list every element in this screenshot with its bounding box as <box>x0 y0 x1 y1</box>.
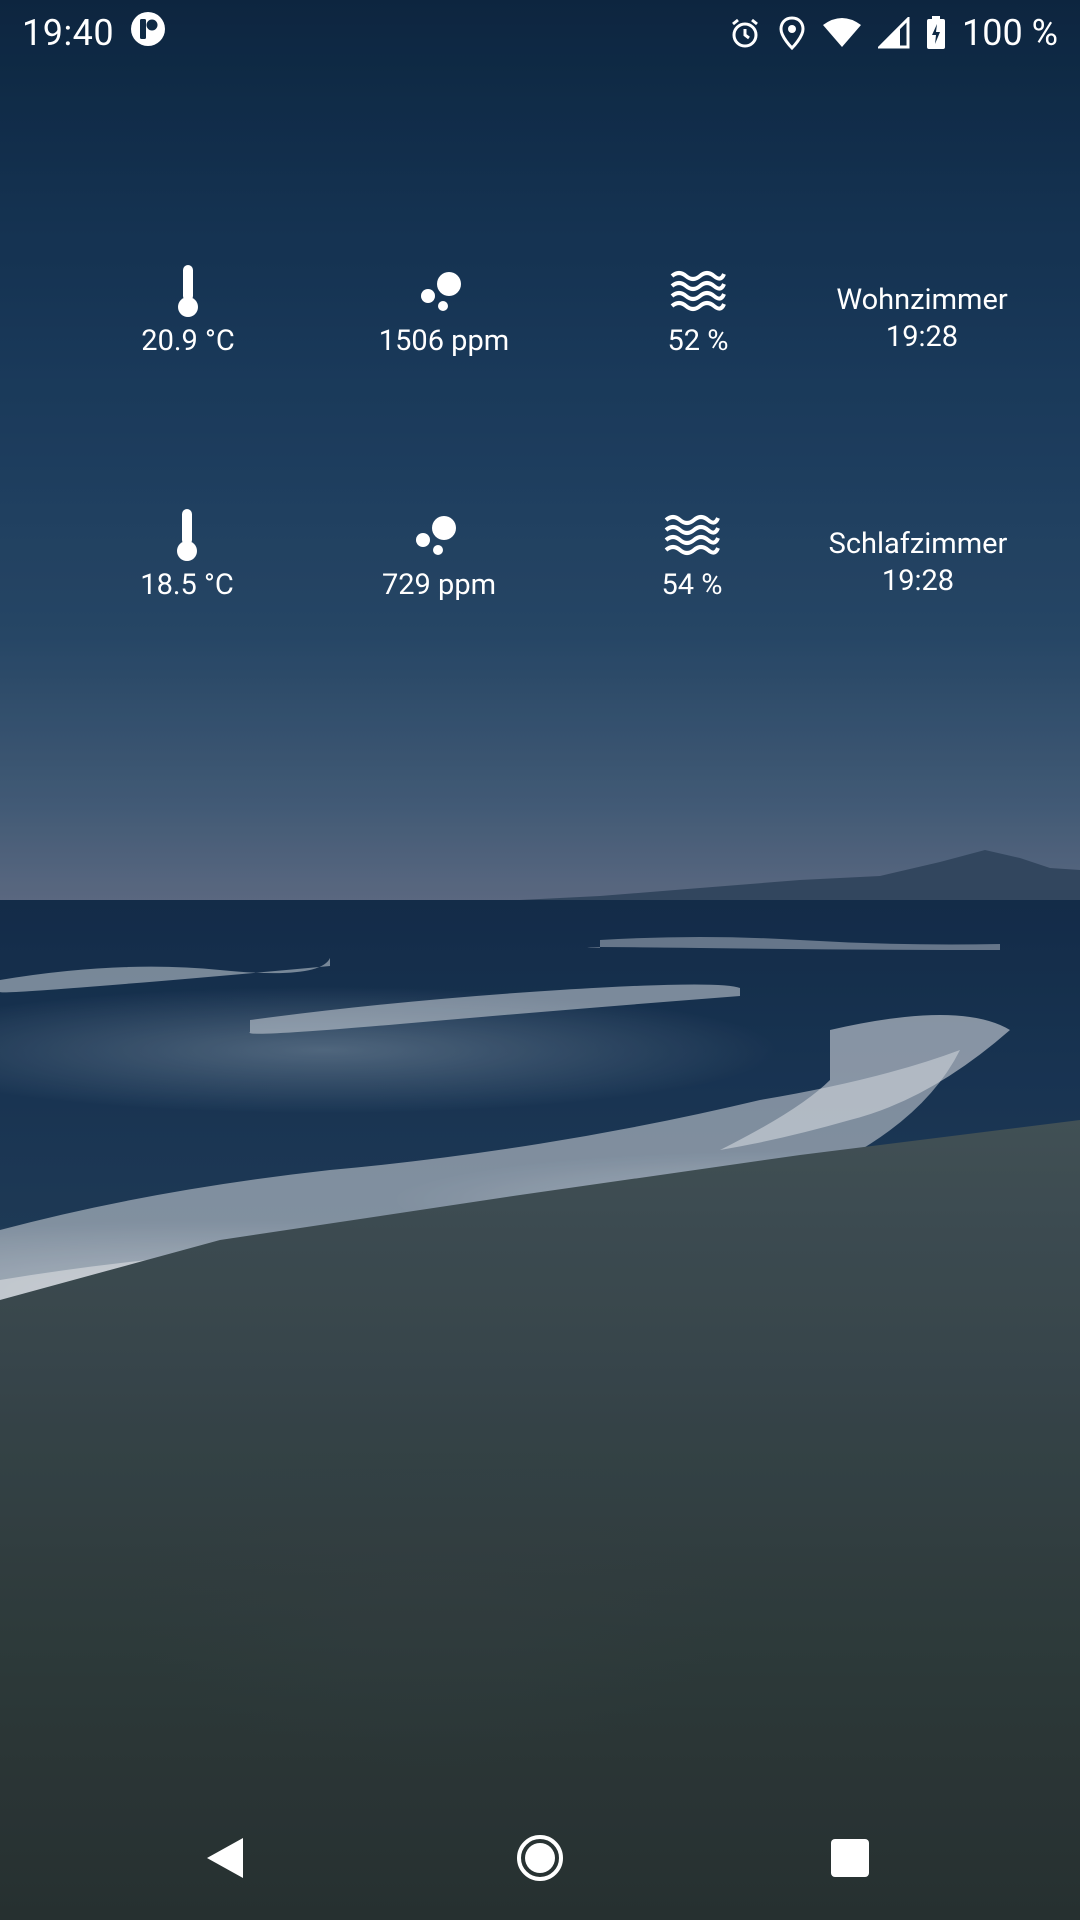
thermometer-icon <box>172 504 202 566</box>
home-icon <box>516 1834 564 1886</box>
navigation-bar <box>0 1800 1080 1920</box>
temperature-cell: 18.5 °C <box>77 504 297 602</box>
co2-cell: 1506 ppm <box>334 260 554 358</box>
sensor-row-schlafzimmer[interactable]: 18.5 °C 729 ppm 54 % Schlafzimmer 19:28 <box>0 504 1080 634</box>
temperature-value: 20.9 °C <box>141 324 235 358</box>
waves-icon <box>664 504 720 566</box>
bubbles-icon <box>414 504 464 566</box>
room-updated-time: 19:28 <box>885 320 959 354</box>
back-icon <box>205 1836 245 1884</box>
humidity-cell: 54 % <box>582 504 802 602</box>
thermometer-icon <box>173 260 203 322</box>
home-screen: 19:40 100 % 20.9 °C 1506 ppm 52 % Wohnzi… <box>0 0 1080 1920</box>
recents-icon <box>830 1838 870 1882</box>
room-label: Wohnzimmer 19:28 <box>792 282 1052 356</box>
status-left: 19:40 <box>22 11 166 56</box>
recents-button[interactable] <box>820 1830 880 1890</box>
signal-icon <box>878 17 910 49</box>
app-notification-icon <box>130 11 166 56</box>
co2-value: 1506 ppm <box>378 324 510 358</box>
room-name: Schlafzimmer <box>828 527 1008 561</box>
status-bar: 19:40 100 % <box>0 0 1080 66</box>
waves-icon <box>670 260 726 322</box>
room-name: Wohnzimmer <box>836 283 1008 317</box>
humidity-value: 54 % <box>661 568 723 602</box>
co2-value: 729 ppm <box>381 568 497 602</box>
alarm-icon <box>728 16 762 50</box>
humidity-value: 52 % <box>667 324 729 358</box>
room-label: Schlafzimmer 19:28 <box>788 526 1048 600</box>
battery-charging-icon <box>926 16 946 50</box>
back-button[interactable] <box>195 1830 255 1890</box>
co2-cell: 729 ppm <box>329 504 549 602</box>
home-button[interactable] <box>510 1830 570 1890</box>
wifi-icon <box>822 17 862 49</box>
sensor-row-wohnzimmer[interactable]: 20.9 °C 1506 ppm 52 % Wohnzimmer 19:28 <box>0 260 1080 390</box>
location-icon <box>778 16 806 50</box>
battery-percentage: 100 % <box>962 12 1058 54</box>
status-right: 100 % <box>728 12 1058 54</box>
status-time: 19:40 <box>22 12 115 54</box>
room-updated-time: 19:28 <box>881 564 955 598</box>
temperature-cell: 20.9 °C <box>78 260 298 358</box>
humidity-cell: 52 % <box>588 260 808 358</box>
bubbles-icon <box>419 260 469 322</box>
temperature-value: 18.5 °C <box>140 568 234 602</box>
